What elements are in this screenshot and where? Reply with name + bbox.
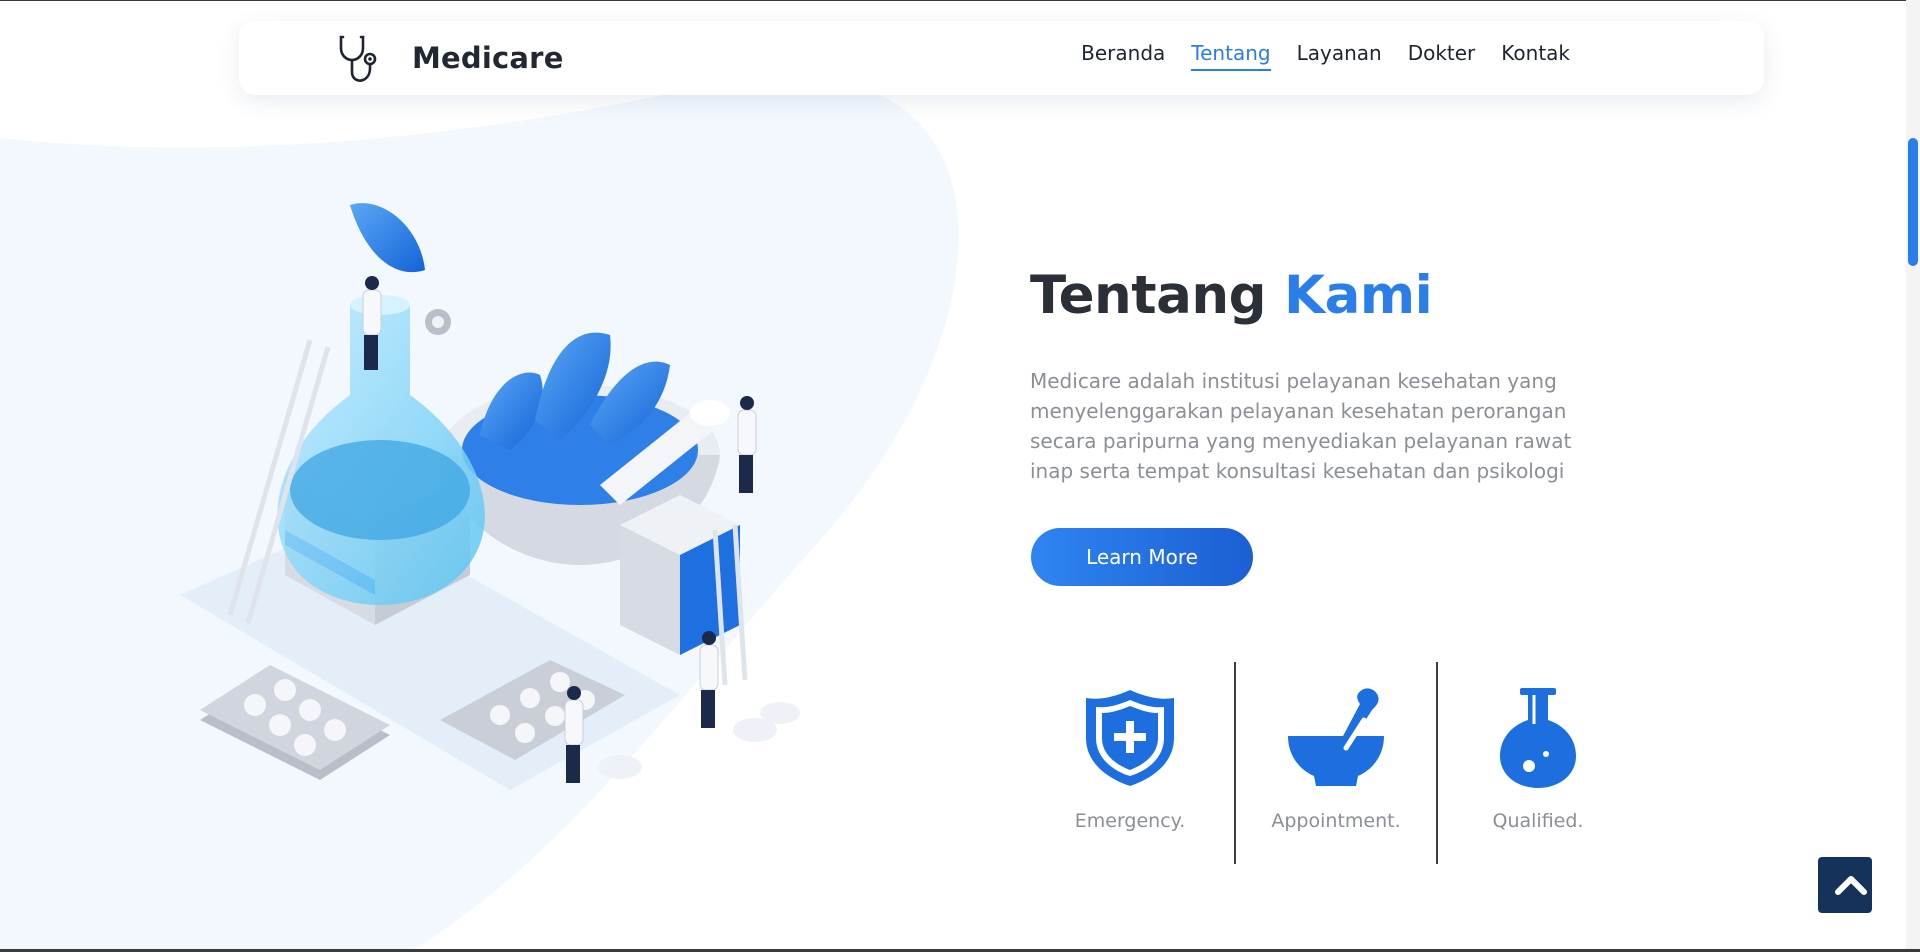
- nav-dokter[interactable]: Dokter: [1408, 41, 1476, 71]
- mortar-pestle-icon: [1288, 688, 1384, 786]
- nav-kontak[interactable]: Kontak: [1501, 41, 1570, 71]
- feature-label-appointment: Appointment.: [1271, 810, 1401, 832]
- pharmacy-illustration: [180, 203, 800, 790]
- back-to-top-button[interactable]: [1818, 857, 1872, 913]
- nav-layanan[interactable]: Layanan: [1297, 41, 1382, 71]
- brand-name: Medicare: [412, 41, 564, 75]
- learn-more-button[interactable]: Learn More: [1031, 528, 1253, 586]
- feature-label-qualified: Qualified.: [1492, 810, 1584, 832]
- feature-label-emergency: Emergency.: [1074, 810, 1186, 832]
- about-description: Medicare adalah institusi pelayanan kese…: [1030, 369, 1572, 483]
- stethoscope-icon: [339, 35, 377, 82]
- about-title: Tentang Kami: [1030, 265, 1433, 326]
- navbar: Medicare Beranda Tentang Layanan Dokter …: [239, 21, 1764, 95]
- nav-beranda[interactable]: Beranda: [1081, 41, 1165, 71]
- feature-appointment: Appointment.: [1236, 662, 1436, 864]
- feature-emergency: Emergency.: [1030, 662, 1230, 864]
- main-nav: Beranda Tentang Layanan Dokter Kontak: [1081, 41, 1570, 71]
- about-title-accent: Kami: [1284, 265, 1433, 326]
- features-row: Emergency. Appointment. Qualified.: [1030, 662, 1596, 864]
- about-title-main: Tentang: [1030, 265, 1267, 326]
- brand-logo[interactable]: Medicare: [334, 30, 564, 86]
- feature-qualified: Qualified.: [1438, 662, 1638, 864]
- nav-tentang[interactable]: Tentang: [1191, 41, 1271, 71]
- scrollbar-thumb[interactable]: [1908, 138, 1918, 266]
- flask-icon: [1500, 688, 1576, 788]
- shield-plus-icon: [1086, 690, 1174, 786]
- chevron-up-icon: [1835, 876, 1867, 895]
